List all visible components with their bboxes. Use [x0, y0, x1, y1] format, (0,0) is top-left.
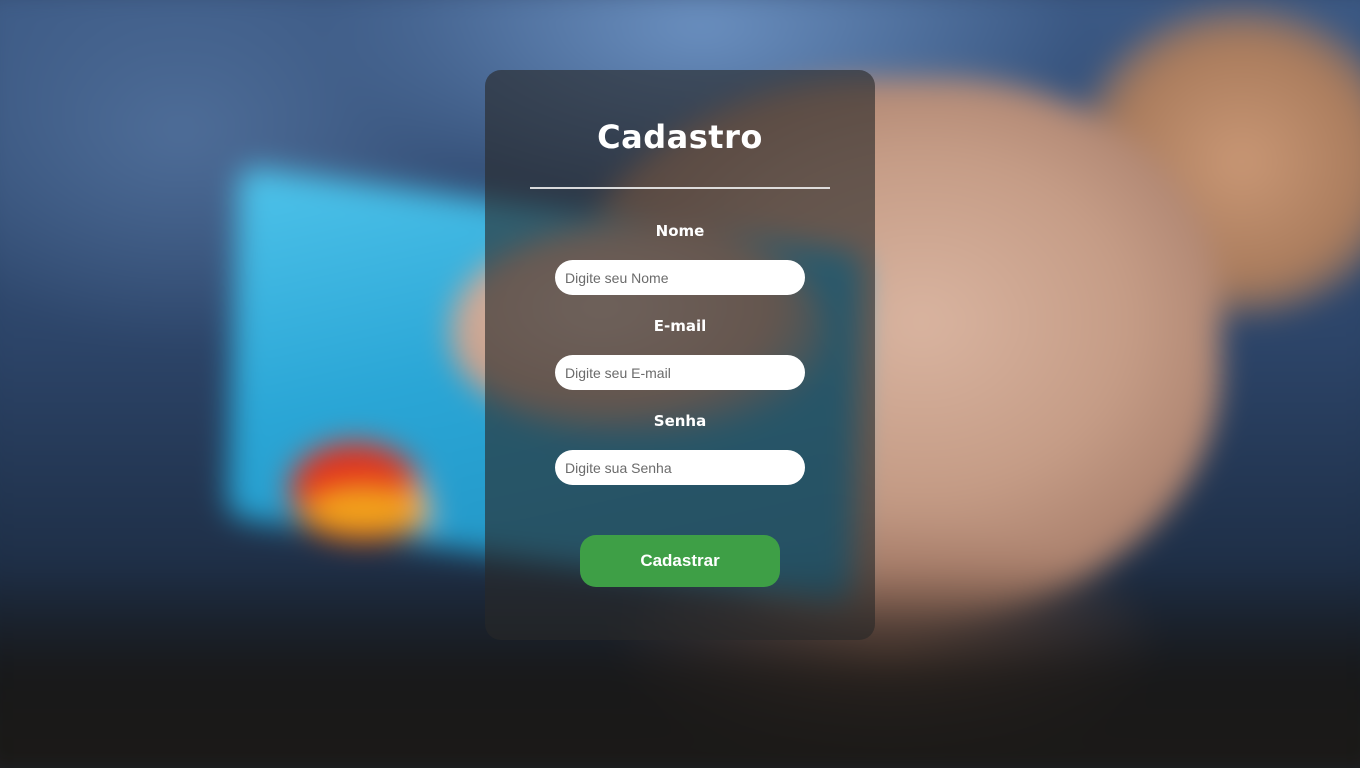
password-input[interactable]	[555, 450, 805, 485]
name-label: Nome	[655, 222, 705, 240]
title-divider	[530, 187, 830, 189]
password-label: Senha	[653, 412, 707, 430]
email-input[interactable]	[555, 355, 805, 390]
submit-button[interactable]: Cadastrar	[580, 535, 780, 587]
page-title: Cadastro	[597, 118, 763, 156]
page: Debit Cadastro Nome E-mail Senha Cadastr…	[0, 0, 1360, 768]
email-label: E-mail	[653, 317, 707, 335]
name-input[interactable]	[555, 260, 805, 295]
